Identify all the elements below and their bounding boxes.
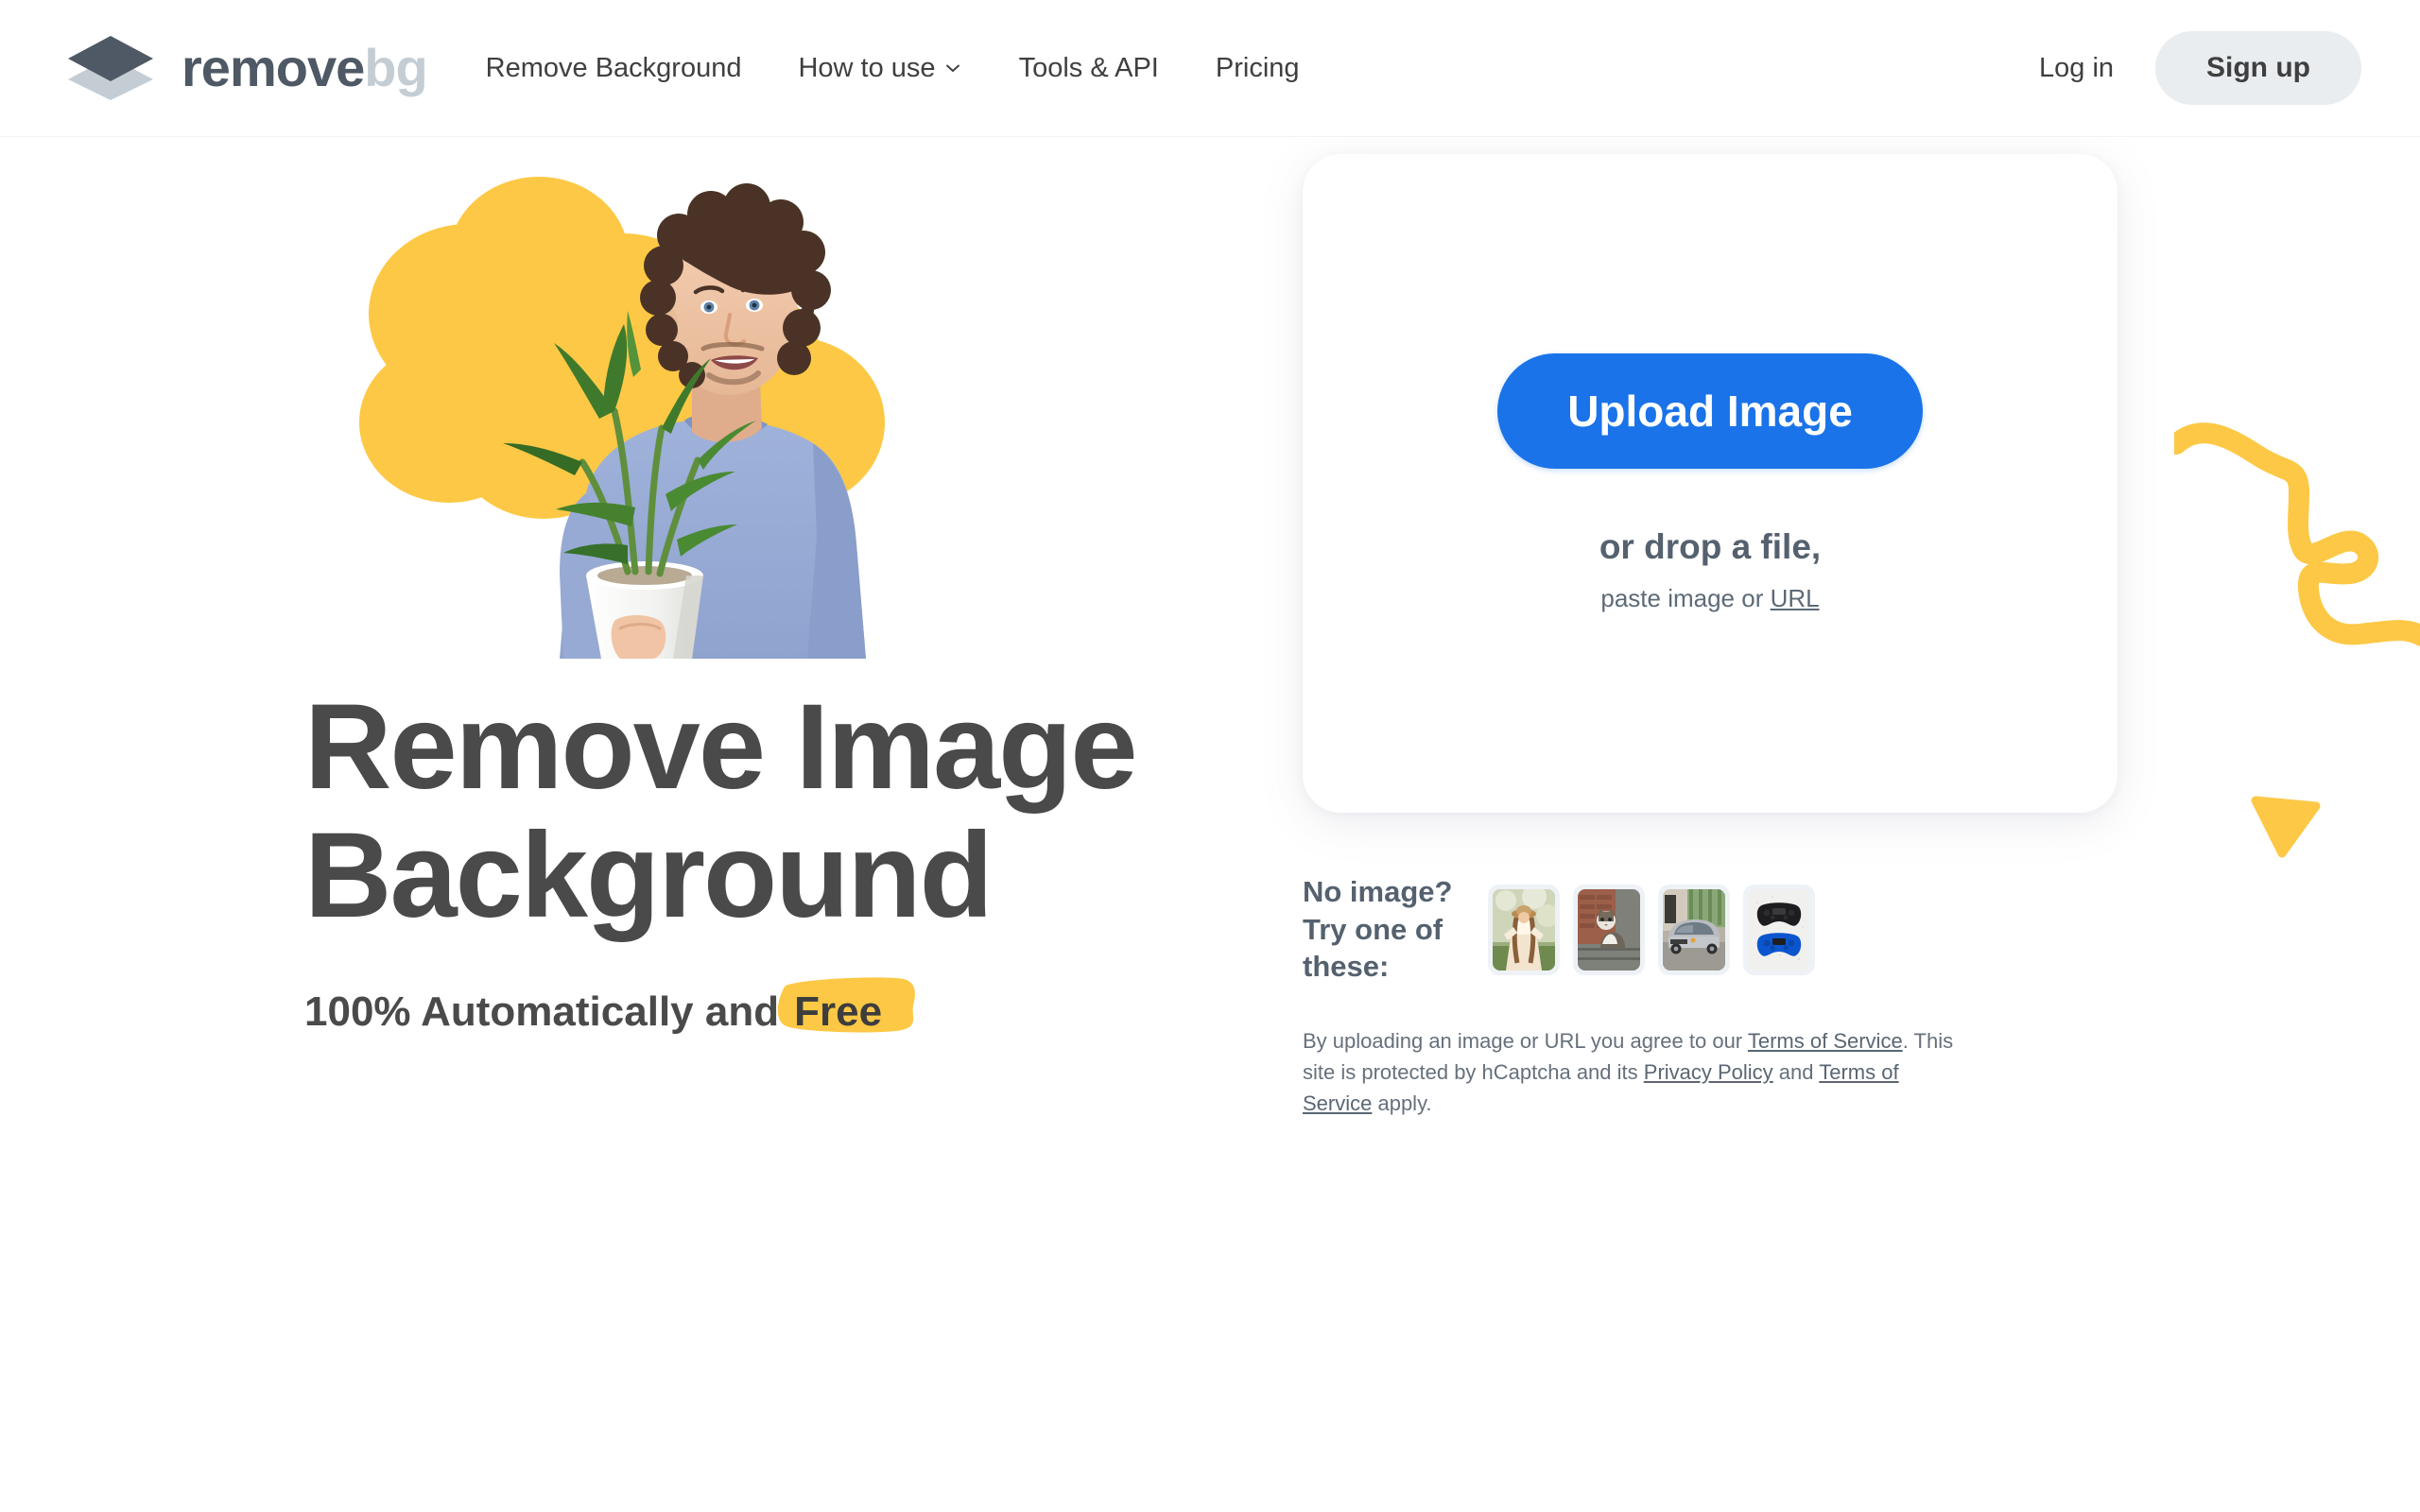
nav-link-label: Remove Background: [485, 52, 742, 83]
legal-part4: apply.: [1372, 1091, 1432, 1116]
sample-thumbnail-game-controllers[interactable]: [1743, 884, 1815, 975]
sample-thumbnails: [1488, 884, 1815, 975]
nav-account-actions: Log in Sign up: [2039, 31, 2361, 105]
yellow-squiggle-decoration: [2174, 411, 2420, 695]
hero-section: Remove Image Background 100% Automatical…: [0, 137, 2420, 1512]
yellow-triangle-decoration: [2250, 791, 2325, 867]
login-link[interactable]: Log in: [2039, 53, 2114, 84]
thumbnail-image: [1493, 888, 1555, 971]
subtitle-prefix: 100% Automatically and: [304, 988, 780, 1036]
drop-file-text: or drop a file,: [1599, 527, 1822, 566]
legal-part3: and: [1772, 1060, 1820, 1085]
subtitle-highlight-wrapper: Free: [777, 977, 916, 1036]
page-title-line1: Remove Image: [304, 679, 1137, 815]
upload-dropzone-card[interactable]: Upload Image or drop a file, paste image…: [1303, 154, 2118, 813]
brand-wordmark: removebg: [182, 42, 428, 94]
sample-images-label: No image? Try one of these:: [1303, 873, 1488, 986]
nav-link-label: How to use: [798, 52, 936, 83]
terms-of-service-link-1[interactable]: Terms of Service: [1748, 1029, 1903, 1053]
sample-images-section: No image? Try one of these:: [1303, 873, 2125, 986]
thumbnail-image: [1748, 888, 1810, 971]
legal-part1: By uploading an image or URL you agree t…: [1303, 1029, 1748, 1054]
subtitle-highlight-text: Free: [794, 988, 883, 1036]
paste-prefix-text: paste image or: [1600, 584, 1764, 612]
page-title-line2: Background: [304, 807, 994, 943]
nav-link-pricing[interactable]: Pricing: [1216, 53, 1300, 84]
sample-label-line1: No image?: [1303, 875, 1453, 908]
sample-thumbnail-woman-in-hat[interactable]: [1488, 884, 1560, 975]
page-subtitle: 100% Automatically and Free: [304, 977, 1229, 1036]
nav-link-remove-background[interactable]: Remove Background: [486, 53, 742, 84]
hero-right-column: Upload Image or drop a file, paste image…: [1303, 154, 2125, 1119]
thumbnail-image: [1663, 888, 1725, 971]
chevron-down-icon: [943, 59, 962, 77]
signup-button[interactable]: Sign up: [2155, 31, 2361, 105]
brand-name-primary: remove: [182, 38, 365, 97]
thumbnail-image: [1578, 888, 1640, 971]
url-link[interactable]: URL: [1771, 584, 1820, 612]
sample-thumbnail-car[interactable]: [1658, 884, 1730, 975]
upload-image-button[interactable]: Upload Image: [1497, 353, 1923, 469]
hero-left-column: Remove Image Background 100% Automatical…: [0, 137, 1229, 1036]
privacy-policy-link[interactable]: Privacy Policy: [1644, 1060, 1773, 1084]
paste-url-text: paste image or URL: [1600, 584, 1819, 613]
sample-thumbnail-cat[interactable]: [1573, 884, 1645, 975]
nav-links: Remove Background How to use Tools & API…: [486, 53, 1300, 84]
legal-disclaimer: By uploading an image or URL you agree t…: [1303, 1025, 1964, 1119]
nav-link-how-to-use[interactable]: How to use: [798, 53, 961, 84]
page-title: Remove Image Background: [304, 683, 1229, 939]
sample-label-line2: Try one of these:: [1303, 912, 1443, 984]
nav-link-label: Pricing: [1215, 52, 1300, 83]
hero-artwork: [302, 148, 964, 659]
nav-link-label: Tools & API: [1018, 52, 1159, 83]
brand-name-secondary: bg: [364, 38, 427, 97]
man-with-plant-photo: [503, 183, 866, 659]
brand-logo[interactable]: removebg: [59, 34, 428, 102]
top-navigation-bar: removebg Remove Background How to use To…: [0, 0, 2420, 137]
nav-link-tools-api[interactable]: Tools & API: [1019, 53, 1159, 84]
layers-diamond-icon: [59, 34, 163, 102]
